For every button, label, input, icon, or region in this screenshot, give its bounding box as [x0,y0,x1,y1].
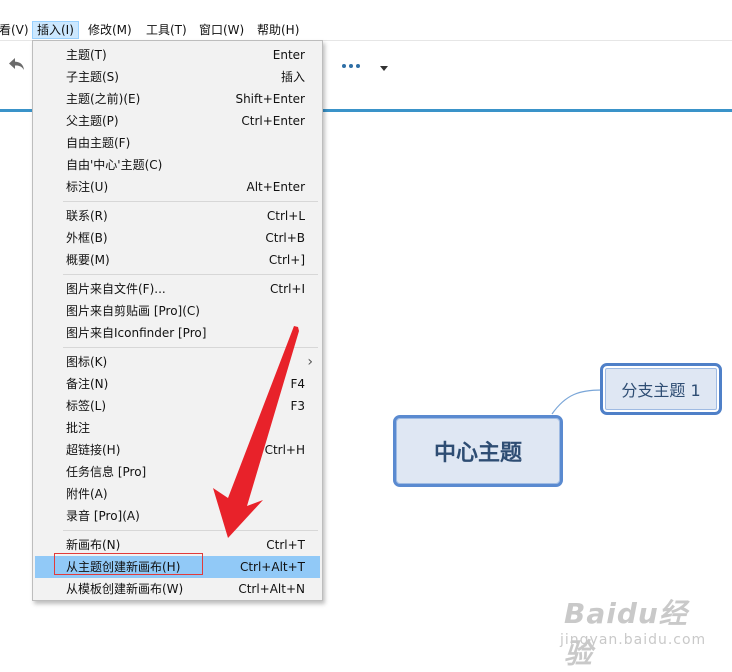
menu-item-notes[interactable]: 备注(N) F4 [35,373,320,395]
menu-item-shortcut: Enter [272,48,305,62]
branch-topic-label: 分支主题 1 [621,381,701,400]
menu-item-shortcut: F4 [290,377,305,391]
menu-separator [63,274,318,275]
menu-item-icon[interactable]: 图标(K) › [35,351,320,373]
menu-item-shortcut: Ctrl+Enter [241,114,305,128]
menu-item-label: 图标(K) [66,355,108,369]
menu-item-label: 主题(之前)(E) [66,92,141,106]
menu-item-new-sheet[interactable]: 新画布(N) Ctrl+T [35,534,320,556]
menu-item-label: 概要(M) [66,253,110,267]
menu-item-label: 附件(A) [66,487,108,501]
central-topic-label: 中心主题 [433,441,522,466]
menu-item-comment[interactable]: 批注 [35,417,320,439]
menu-item-label: 图片来自文件(F)... [66,282,166,296]
menu-item-label: 联系(R) [66,209,108,223]
menu-item-callout[interactable]: 标注(U) Alt+Enter [35,176,320,198]
watermark: Baidu经验 jingyan.baidu.com [558,588,708,670]
menu-item-label: 备注(N) [66,377,109,391]
branch-topic[interactable]: 分支主题 1 [600,363,722,415]
menu-item-label: 图片来自剪贴画 [Pro](C) [66,304,200,318]
menu-item-label: 任务信息 [Pro] [66,465,147,479]
menu-item-summary[interactable]: 概要(M) Ctrl+] [35,249,320,271]
menu-item-shortcut: Alt+Enter [246,180,305,194]
menu-item-label: 标签(L) [66,399,107,413]
menu-item-label: 自由主题(F) [66,136,131,150]
menu-item-new-sheet-from-topic[interactable]: 从主题创建新画布(H) Ctrl+Alt+T [35,556,320,578]
central-topic[interactable]: 中心主题 [393,415,563,487]
menu-item-label: 新画布(N) [66,538,121,552]
menu-item-label: 父主题(P) [66,114,119,128]
menu-item-floating-central-topic[interactable]: 自由'中心'主题(C) [35,154,320,176]
menu-item-label: 标注(U) [66,180,109,194]
menu-item-new-sheet-from-template[interactable]: 从模板创建新画布(W) Ctrl+Alt+N [35,578,320,600]
menu-item-audio-notes[interactable]: 录音 [Pro](A) [35,505,320,527]
menu-item-shortcut: Ctrl+B [265,231,305,245]
menu-item-relationship[interactable]: 联系(R) Ctrl+L [35,205,320,227]
menu-item-subtopic[interactable]: 子主题(S) 插入 [35,66,320,88]
menu-item-boundary[interactable]: 外框(B) Ctrl+B [35,227,320,249]
menu-item-label: 批注 [66,421,91,435]
menu-separator [63,347,318,348]
menu-item-label: 外框(B) [66,231,108,245]
menu-separator [63,201,318,202]
menu-item-shortcut: Ctrl+H [264,443,305,457]
menu-item-image-from-iconfinder[interactable]: 图片来自Iconfinder [Pro] [35,322,320,344]
menu-item-topic-before[interactable]: 主题(之前)(E) Shift+Enter [35,88,320,110]
menu-item-shortcut: 插入 [280,70,305,84]
menu-item-label: 主题(T) [66,48,107,62]
menu-item-label: 超链接(H) [66,443,121,457]
menu-item-label: 自由'中心'主题(C) [66,158,163,172]
menu-item-shortcut: Shift+Enter [235,92,305,106]
menu-item-topic[interactable]: 主题(T) Enter [35,44,320,66]
menu-item-parent-topic[interactable]: 父主题(P) Ctrl+Enter [35,110,320,132]
menu-item-image-from-clipart[interactable]: 图片来自剪贴画 [Pro](C) [35,300,320,322]
menu-item-attachment[interactable]: 附件(A) [35,483,320,505]
menu-item-image-from-file[interactable]: 图片来自文件(F)... Ctrl+I [35,278,320,300]
menu-item-shortcut: Ctrl+T [266,538,305,552]
insert-menu-dropdown: 主题(T) Enter 子主题(S) 插入 主题(之前)(E) Shift+En… [32,40,323,601]
menu-item-label: 子主题(S) [66,70,119,84]
menu-item-label: 从主题创建新画布(H) [66,560,181,574]
menu-item-shortcut: Ctrl+L [266,209,305,223]
menu-item-label: 从模板创建新画布(W) [66,582,184,596]
menu-item-shortcut: Ctrl+I [270,282,305,296]
menu-item-floating-topic[interactable]: 自由主题(F) [35,132,320,154]
menu-item-shortcut: Ctrl+] [268,253,305,267]
menu-item-task-info[interactable]: 任务信息 [Pro] [35,461,320,483]
menu-item-shortcut: F3 [290,399,305,413]
menu-item-shortcut: Ctrl+Alt+N [238,582,305,596]
menu-item-shortcut: Ctrl+Alt+T [239,560,305,574]
chevron-right-icon: › [307,354,313,370]
menu-separator [63,530,318,531]
menu-item-label: 图片来自Iconfinder [Pro] [66,326,207,340]
menu-item-label: 录音 [Pro](A) [66,509,140,523]
menu-item-hyperlink[interactable]: 超链接(H) Ctrl+H [35,439,320,461]
watermark-site: jingyan.baidu.com [560,632,707,648]
menu-item-labels[interactable]: 标签(L) F3 [35,395,320,417]
